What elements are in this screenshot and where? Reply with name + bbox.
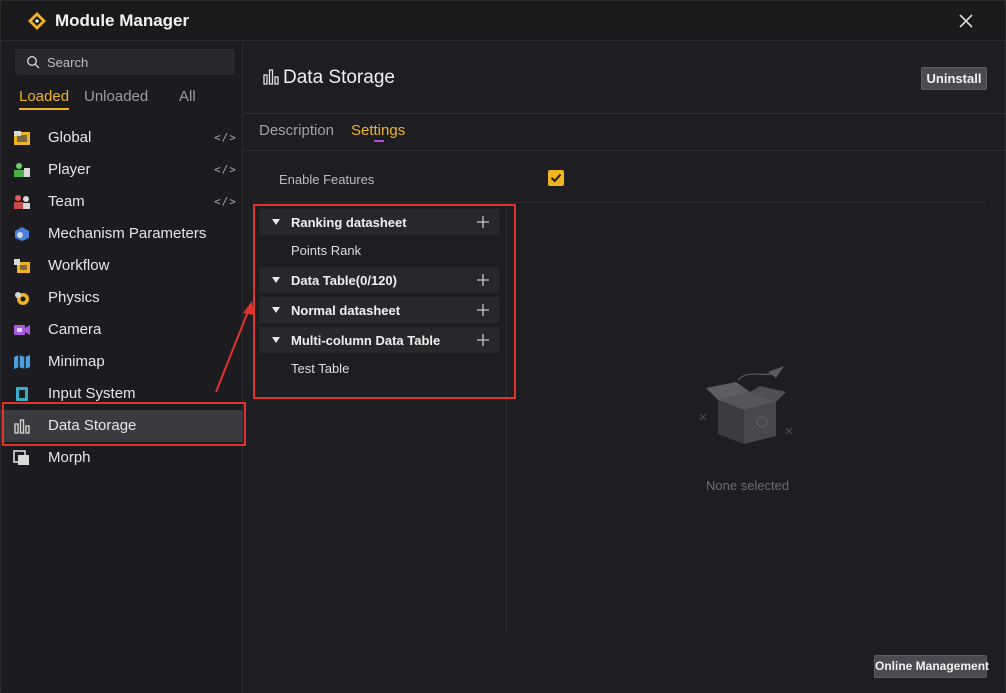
tab-settings[interactable]: Settings [351, 122, 405, 142]
camera-icon [14, 325, 30, 335]
input-system-icon [16, 387, 28, 401]
tab-divider [244, 150, 1005, 151]
code-icon[interactable]: </> [214, 163, 237, 176]
mechanism-icon [15, 227, 29, 241]
highlight-box-sidebar [2, 402, 246, 446]
online-management-button[interactable]: Online Management [874, 655, 989, 678]
empty-box-illustration-icon [699, 366, 793, 444]
code-icon[interactable]: </> [214, 131, 237, 144]
module-manager-window: Module Manager Loaded Unloaded All Globa… [0, 0, 1006, 693]
divider [262, 202, 985, 203]
physics-icon [15, 292, 29, 305]
tab-description[interactable]: Description [259, 122, 334, 139]
enable-features-label: Enable Features [279, 172, 375, 187]
module-item-mechanism-parameters[interactable]: Mechanism Parameters [1, 218, 243, 250]
highlight-box-tree [253, 204, 516, 399]
window-title: Module Manager [55, 11, 190, 30]
workflow-icon [14, 259, 30, 273]
module-item-physics[interactable]: Physics [1, 282, 243, 314]
tab-unloaded[interactable]: Unloaded [84, 88, 148, 105]
code-icon[interactable]: </> [214, 195, 237, 208]
module-item-team[interactable]: Team </> [1, 186, 243, 218]
team-icon [14, 195, 30, 209]
module-item-workflow[interactable]: Workflow [1, 250, 243, 282]
module-item-morph[interactable]: Morph [1, 442, 243, 474]
tab-loaded[interactable]: Loaded [19, 88, 70, 110]
module-item-player[interactable]: Player </> [1, 154, 243, 186]
minimap-icon [14, 355, 30, 369]
search-icon [26, 55, 40, 69]
uninstall-button[interactable]: Uninstall [921, 67, 987, 90]
module-item-minimap[interactable]: Minimap [1, 346, 243, 378]
detail-title: Data Storage [283, 67, 395, 88]
enable-features-checkbox[interactable] [548, 170, 564, 186]
check-icon [550, 173, 562, 183]
player-icon [14, 163, 30, 177]
close-icon[interactable] [956, 11, 976, 31]
empty-state-text: None selected [706, 478, 790, 493]
global-icon [14, 131, 30, 145]
module-item-camera[interactable]: Camera [1, 314, 243, 346]
data-storage-icon [263, 69, 279, 85]
module-item-global[interactable]: Global </> [1, 122, 243, 154]
app-logo-icon [28, 12, 46, 30]
tab-all[interactable]: All [179, 88, 196, 105]
search-box[interactable] [15, 49, 235, 75]
search-input[interactable] [47, 53, 227, 71]
detail-header: Data Storage Uninstall [244, 42, 1005, 114]
module-sidebar: Loaded Unloaded All Global </> Player </… [1, 42, 243, 693]
morph-icon [13, 450, 29, 465]
title-bar: Module Manager [1, 1, 1005, 41]
